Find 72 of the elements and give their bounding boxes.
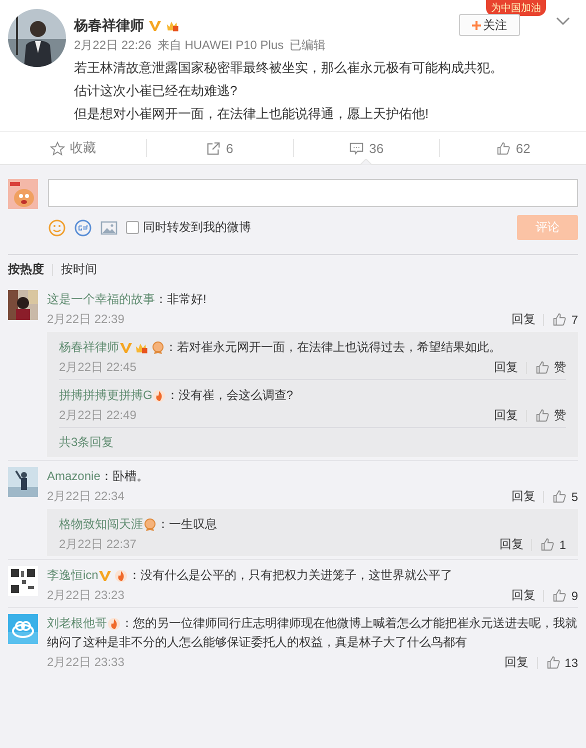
medal-icon — [151, 340, 165, 355]
like-button[interactable]: 13 — [546, 655, 578, 670]
timestamp: 2月22日 22:45 — [59, 359, 136, 376]
reply-link[interactable]: 回复 — [494, 407, 518, 424]
campaign-badge: 为中国加油 — [486, 0, 546, 16]
smiley-icon[interactable] — [48, 218, 66, 236]
comment-text: 这是一个幸福的故事：非常好! — [47, 291, 208, 308]
comment-text: 格物致知闯天涯 ：一生叹息 — [59, 516, 218, 534]
comment-icon — [349, 140, 364, 156]
timestamp: 2月22日 23:23 — [47, 587, 124, 604]
comment-input[interactable] — [48, 179, 578, 207]
sort-tab[interactable]: 按热度 — [8, 261, 44, 278]
crown-icon — [135, 340, 149, 355]
flame-icon — [114, 568, 128, 583]
comment-text: 杨春祥律师 ：若对崔永元网开一面，在法律上也说得过去，希望结果如此。 — [59, 339, 502, 357]
thumbs-up-icon[interactable] — [552, 588, 568, 603]
timestamp: 2月22日 22:26 — [74, 37, 152, 54]
like-button[interactable]: 5 — [552, 489, 578, 504]
like-button[interactable]: 62 — [440, 132, 586, 164]
favorite-button[interactable]: 收藏 — [0, 132, 146, 164]
post-text: 若王林清故意泄露国家秘密罪最终被坐实，那么崔永元极有可能构成共犯。 — [74, 59, 503, 77]
timestamp: 2月22日 22:49 — [59, 407, 136, 424]
checkbox[interactable] — [126, 221, 139, 234]
reply-link[interactable]: 回复 — [511, 488, 536, 505]
share-icon — [206, 140, 221, 156]
thumbs-up-icon[interactable] — [552, 489, 568, 504]
author-name[interactable]: 杨春祥律师 — [74, 17, 144, 35]
flame-icon — [107, 616, 121, 631]
verified-icon — [119, 340, 133, 355]
comment-text: 李逸恒icn ：没有什么是公平的，只有把权力关进笼子，这世界就公平了 — [47, 567, 454, 585]
post-text: 估计这次小崔已经在劫难逃? — [74, 82, 238, 100]
reply-link[interactable]: 回复 — [511, 311, 536, 328]
plus-icon — [472, 20, 481, 30]
star-icon — [50, 140, 65, 156]
flame-icon — [152, 388, 166, 403]
like-button[interactable]: 7 — [552, 312, 578, 327]
comment-text: 刘老根他哥 ：您的另一位律师同行庄志明律师现在他微博上喊着怎么才能把崔永元送进去呢，我就纳闷了这种是非不分的人怎么能够保证委托人的权益，真是林子大了什么鸟都有 — [47, 615, 578, 651]
reply-link[interactable]: 回复 — [494, 359, 518, 376]
reply-link[interactable]: 回复 — [511, 587, 536, 604]
repost-button[interactable]: 6 — [146, 132, 292, 164]
thumbs-up-icon[interactable] — [540, 537, 556, 552]
chevron-down-icon[interactable] — [556, 16, 570, 26]
reply-link[interactable]: 回复 — [499, 536, 524, 553]
post-text: 但是想对小崔网开一面，在法律上也能说得通，愿上天护佑他! — [74, 105, 430, 123]
verified-icon — [148, 19, 162, 33]
like-button[interactable]: 1 — [540, 537, 566, 552]
checkbox-label: 同时转发到我的微博 — [143, 219, 251, 236]
comment-text: Amazonie：卧槽。 — [47, 468, 150, 485]
comment-button[interactable]: 36 — [294, 132, 440, 164]
like-button[interactable]: 9 — [552, 588, 578, 603]
timestamp: 2月22日 23:33 — [47, 654, 124, 671]
thumbs-up-icon — [496, 140, 511, 156]
like-button[interactable]: 赞 — [535, 359, 566, 376]
edited-label: 已编辑 — [290, 37, 326, 54]
thumbs-up-icon[interactable] — [535, 408, 550, 423]
gif-icon[interactable] — [74, 218, 92, 236]
crown-icon — [166, 19, 180, 33]
image-icon[interactable] — [100, 218, 118, 236]
thumbs-up-icon[interactable] — [552, 312, 568, 327]
timestamp: 2月22日 22:39 — [47, 311, 124, 328]
sort-tab[interactable]: 按时间 — [61, 261, 97, 278]
verified-icon — [98, 568, 112, 583]
timestamp: 2月22日 22:37 — [59, 536, 136, 553]
timestamp: 2月22日 22:34 — [47, 488, 124, 505]
thumbs-up-icon[interactable] — [535, 360, 550, 375]
comment-text: 拼搏拼搏更拼搏G ：没有崔，会这么调查? — [59, 387, 294, 405]
reply-link[interactable]: 回复 — [504, 654, 529, 671]
follow-button[interactable]: 关注 — [459, 14, 520, 36]
like-button[interactable]: 赞 — [535, 407, 566, 424]
source-text: 来自 HUAWEI P10 Plus — [157, 37, 284, 54]
thumbs-up-icon[interactable] — [546, 655, 561, 670]
medal-icon — [143, 518, 157, 532]
